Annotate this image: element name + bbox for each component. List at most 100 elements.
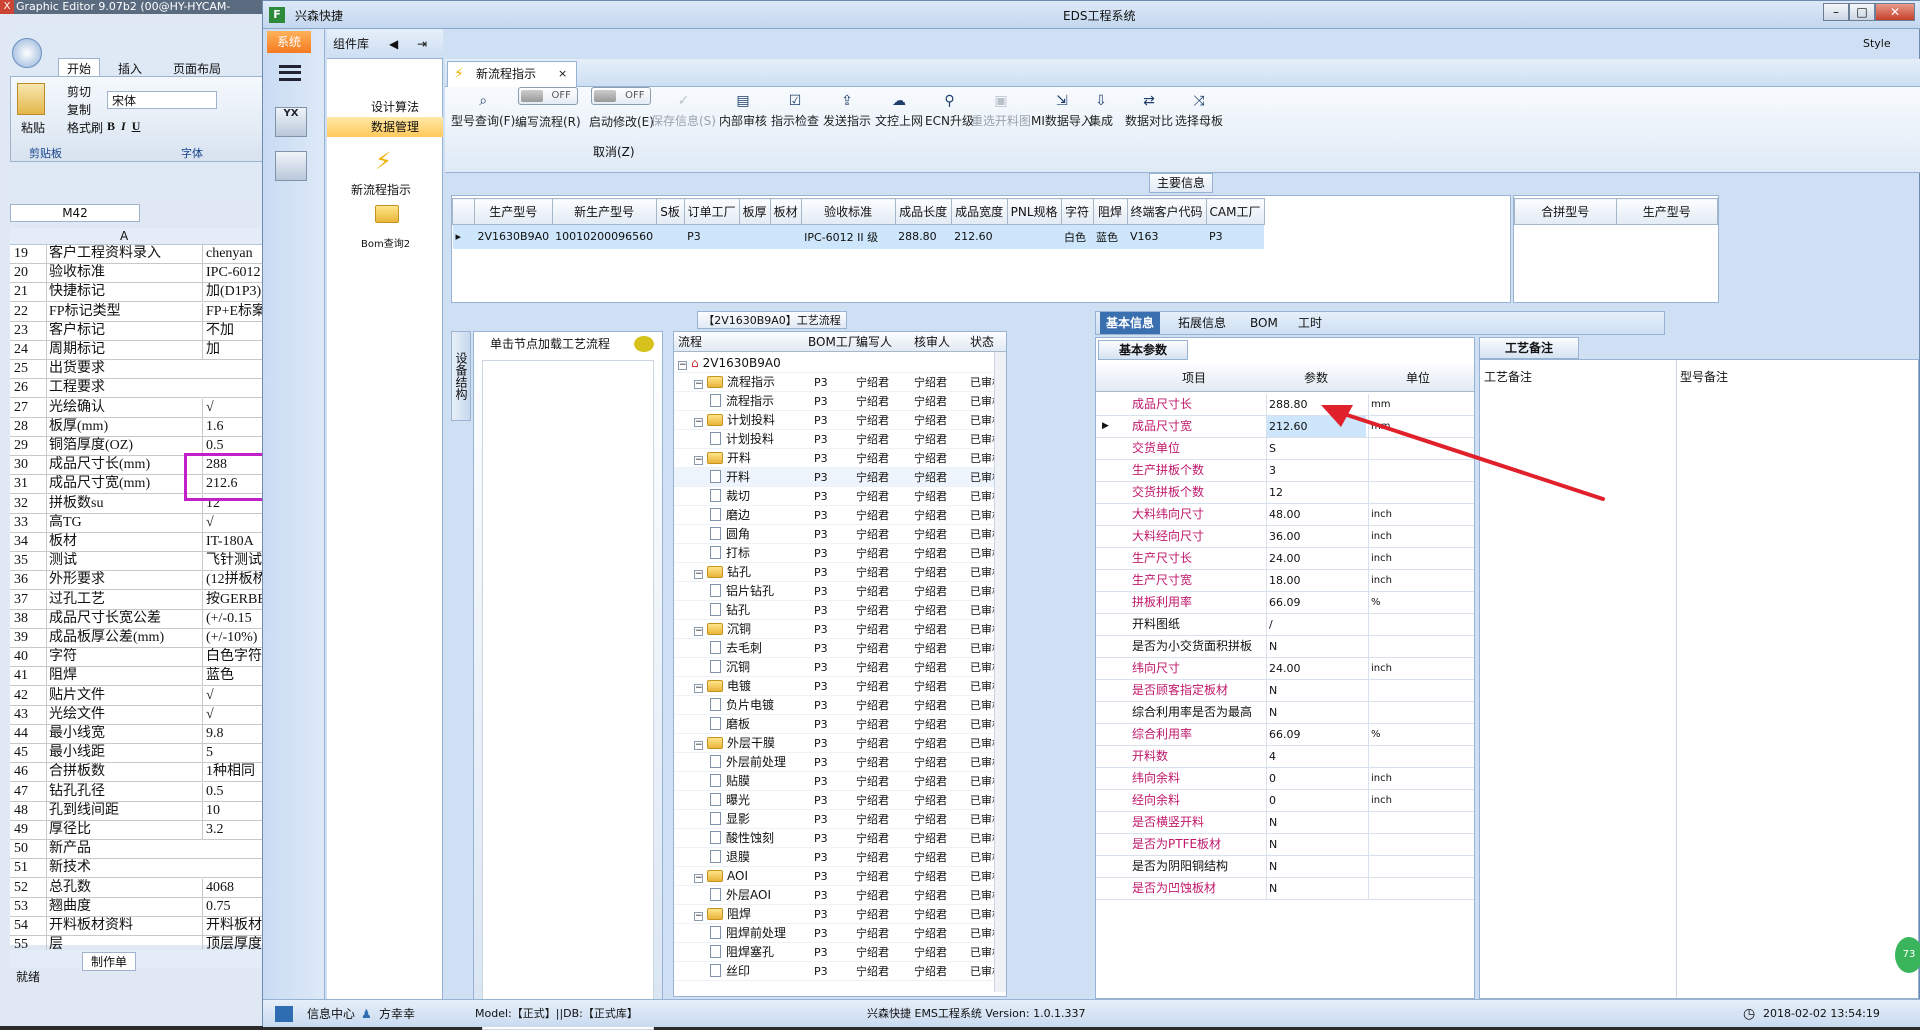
- cell-a[interactable]: 成品尺寸长宽公差: [46, 609, 202, 628]
- tree-node[interactable]: 流程指示 P3 宁绍君 宁绍君 已审核: [674, 392, 1004, 411]
- param-value[interactable]: N: [1266, 878, 1366, 899]
- excel-row[interactable]: 38 成品尺寸长宽公差 (+/-0.15: [10, 609, 300, 629]
- cell-a[interactable]: 厚径比: [46, 821, 202, 839]
- tab-page-layout[interactable]: 页面布局: [173, 60, 221, 77]
- cell-a[interactable]: 板材: [46, 533, 202, 551]
- paste-icon[interactable]: [17, 83, 45, 115]
- toolbar-button-6[interactable]: ⇪ 发送指示: [823, 93, 871, 129]
- cancel-button[interactable]: 取消(Z): [593, 143, 635, 160]
- param-row[interactable]: 是否横竖开料 N: [1096, 812, 1474, 834]
- expand-icon[interactable]: −: [694, 912, 703, 921]
- excel-row[interactable]: 24 周期标记加: [10, 341, 300, 360]
- param-row[interactable]: 开料数 4: [1096, 746, 1474, 768]
- info-center[interactable]: 信息中心: [307, 1000, 355, 1028]
- style-label[interactable]: Style: [1863, 37, 1891, 50]
- excel-grid[interactable]: 19 客户工程资料录入 chenyan 20 验收标准 IPC-6012 21 快捷标记 加(D…: [10, 245, 300, 956]
- col-header[interactable]: 成品长度: [894, 198, 952, 225]
- excel-row[interactable]: 33 高TG √: [10, 513, 300, 533]
- close-button[interactable]: ✕: [1875, 3, 1915, 21]
- expand-icon[interactable]: −: [694, 741, 703, 750]
- tree-node[interactable]: 裁切 P3 宁绍君 宁绍君 已审核: [674, 487, 1004, 506]
- param-value[interactable]: 36.00: [1266, 526, 1366, 547]
- expand-icon[interactable]: −: [678, 361, 687, 370]
- comp-item-design[interactable]: 设计算法: [327, 97, 443, 117]
- col-header[interactable]: 验收标准: [800, 198, 896, 225]
- expand-icon[interactable]: −: [694, 627, 703, 636]
- tree-node[interactable]: 显影 P3 宁绍君 宁绍君 已审核: [674, 810, 1004, 829]
- param-value[interactable]: N: [1266, 702, 1366, 723]
- cell-a[interactable]: 字符: [46, 648, 202, 667]
- cell-a[interactable]: 验收标准: [46, 264, 202, 283]
- cell-a[interactable]: 工程要求: [46, 379, 202, 398]
- excel-row[interactable]: 46 合拼板数 1种相同: [10, 763, 300, 783]
- tree-node[interactable]: 圆角 P3 宁绍君 宁绍君 已审核: [674, 525, 1004, 544]
- cell-a[interactable]: 贴片文件: [46, 686, 202, 705]
- copy-button[interactable]: 复制: [67, 101, 91, 118]
- excel-row[interactable]: 21 快捷标记 加(D1P3): [10, 283, 300, 303]
- expand-icon[interactable]: −: [694, 874, 703, 883]
- param-row[interactable]: 是否为小交货面积拼板 N: [1096, 636, 1474, 658]
- tree-node[interactable]: 贴膜 P3 宁绍君 宁绍君 已审核: [674, 772, 1004, 791]
- excel-row[interactable]: 39 成品板厚公差(mm) (+/-10%): [10, 629, 300, 648]
- excel-row[interactable]: 40 字符 白色字符: [10, 648, 300, 668]
- close-tab-icon[interactable]: ×: [558, 62, 567, 86]
- expand-icon[interactable]: −: [694, 380, 703, 389]
- tree-node[interactable]: − AOI P3 宁绍君 宁绍君 已审核: [674, 867, 1004, 886]
- param-value[interactable]: 4: [1266, 746, 1366, 767]
- tree-node[interactable]: 曝光 P3 宁绍君 宁绍君 已审核: [674, 791, 1004, 810]
- hamburger-icon[interactable]: [279, 65, 301, 81]
- excel-row[interactable]: 37 过孔工艺 按GERBER: [10, 590, 300, 610]
- excel-row[interactable]: 53 翘曲度 0.75: [10, 897, 300, 917]
- tree-node[interactable]: − 外层干膜 P3 宁绍君 宁绍君 已审核: [674, 734, 1004, 753]
- excel-row[interactable]: 28 板厚(mm) 1.6: [10, 417, 300, 437]
- excel-row[interactable]: 47 钻孔孔径 0.5: [10, 782, 300, 802]
- tree-node[interactable]: − 沉铜 P3 宁绍君 宁绍君 已审核: [674, 620, 1004, 639]
- table-cell[interactable]: V163: [1127, 224, 1207, 249]
- toolbar-button-2[interactable]: OFF 启动修改(E): [589, 87, 654, 130]
- tree-node[interactable]: − ⌂ 2V1630B9A0: [674, 354, 1004, 373]
- table-cell[interactable]: [739, 224, 771, 249]
- excel-row[interactable]: 22 FP标记类型 FP+E标案: [10, 302, 300, 322]
- cell-a[interactable]: 总孔数: [46, 878, 202, 897]
- tree-col-header[interactable]: 核审人: [914, 332, 950, 352]
- format-painter-button[interactable]: 格式刷: [67, 119, 103, 136]
- param-value[interactable]: /: [1266, 614, 1366, 635]
- tree-scrollbar[interactable]: [994, 352, 1006, 992]
- tree-node[interactable]: 负片电镀 P3 宁绍君 宁绍君 已审核: [674, 696, 1004, 715]
- calculator-icon[interactable]: [275, 151, 307, 181]
- tree-node[interactable]: − 电镀 P3 宁绍君 宁绍君 已审核: [674, 677, 1004, 696]
- cell-a[interactable]: 外形要求: [46, 571, 202, 590]
- tree-node[interactable]: 丝印 P3 宁绍君 宁绍君 已审核: [674, 962, 1004, 981]
- tree-node[interactable]: − 开料 P3 宁绍君 宁绍君 已审核: [674, 449, 1004, 468]
- param-value[interactable]: 18.00: [1266, 570, 1366, 591]
- system-menu[interactable]: 系统: [267, 31, 311, 53]
- col-header[interactable]: 板厚: [738, 198, 771, 225]
- param-row[interactable]: 开料图纸 /: [1096, 614, 1474, 636]
- process-tree[interactable]: 流程 BOM工厂 编写人 核审人 状态 − ⌂ 2V1630B9A0− 流程指示 P3 宁绍君 宁绍…: [673, 331, 1007, 997]
- param-value[interactable]: 66.09: [1266, 592, 1366, 613]
- tree-col-header[interactable]: 状态: [970, 332, 994, 352]
- col-header[interactable]: 合拼型号: [1514, 198, 1617, 225]
- tree-node[interactable]: 开料 P3 宁绍君 宁绍君 已审核: [674, 468, 1004, 487]
- cell-a[interactable]: 快捷标记: [46, 283, 202, 302]
- excel-row[interactable]: 49 厚径比 3.2: [10, 821, 300, 840]
- detail-tab[interactable]: 工时: [1292, 312, 1328, 334]
- cell-a[interactable]: 铜箔厚度(OZ): [46, 437, 202, 455]
- param-row[interactable]: 综合利用率是否为最高 N: [1096, 702, 1474, 724]
- param-row[interactable]: 拼板利用率 66.09%: [1096, 592, 1474, 614]
- cell-a[interactable]: 最小线距: [46, 744, 202, 763]
- excel-row[interactable]: 20 验收标准 IPC-6012: [10, 264, 300, 284]
- param-row[interactable]: 是否顾客指定板材 N: [1096, 680, 1474, 702]
- cell-a[interactable]: 最小线宽: [46, 725, 202, 743]
- col-header[interactable]: S板: [655, 198, 685, 225]
- cell-a[interactable]: 翘曲度: [46, 897, 202, 916]
- table-cell[interactable]: 288.80: [895, 224, 952, 249]
- param-value[interactable]: N: [1266, 636, 1366, 657]
- cell-a[interactable]: 新产品: [46, 840, 202, 859]
- param-row[interactable]: 大料经向尺寸 36.00 inch: [1096, 526, 1474, 548]
- table-cell[interactable]: P3: [684, 224, 740, 249]
- param-value[interactable]: 66.09: [1266, 724, 1366, 745]
- excel-row[interactable]: 41 阻焊 蓝色: [10, 667, 300, 687]
- excel-row[interactable]: 44 最小线宽 9.8: [10, 725, 300, 744]
- cell-a[interactable]: 成品尺寸宽(mm): [46, 475, 202, 494]
